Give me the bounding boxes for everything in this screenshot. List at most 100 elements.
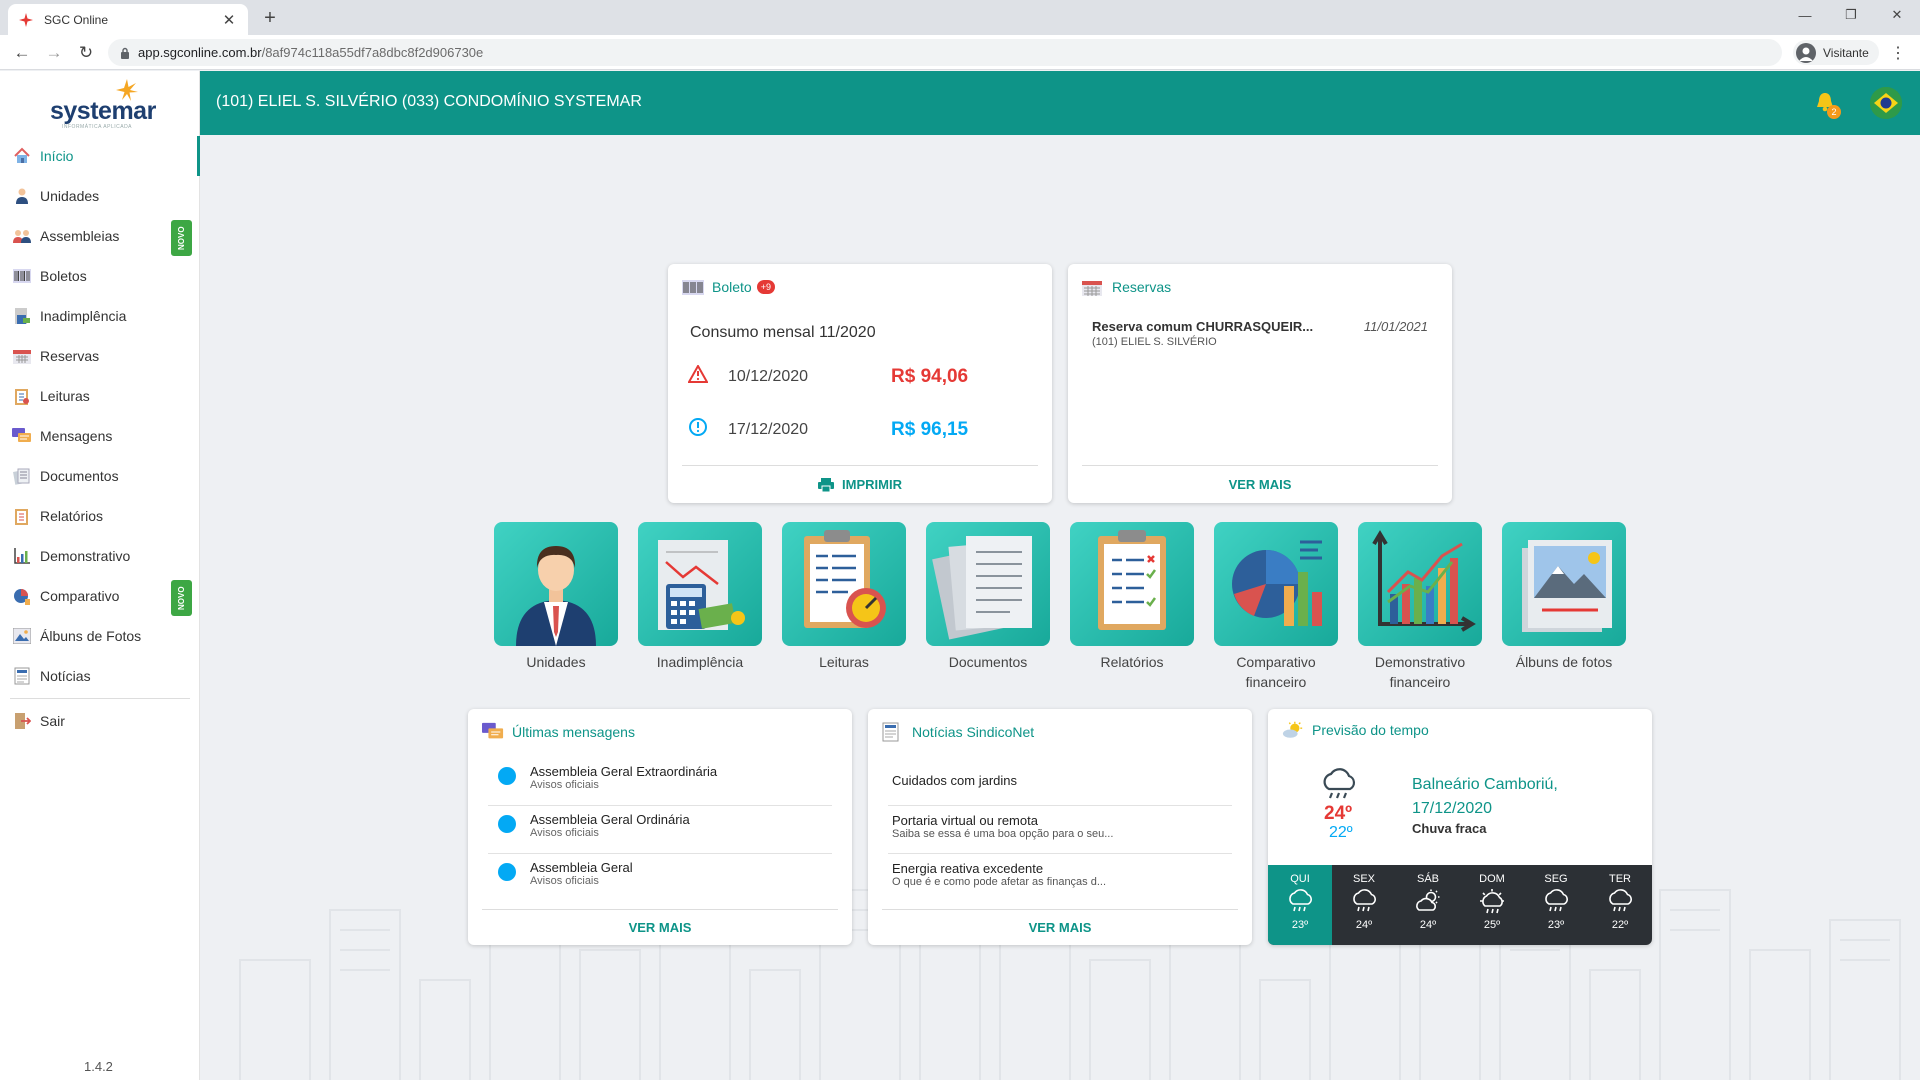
sidebar-item-relatorios[interactable]: Relatórios — [0, 496, 200, 536]
sidebar-item-inicio[interactable]: Início — [0, 136, 200, 176]
brazil-flag-icon[interactable] — [1870, 87, 1902, 119]
noticias-ver-mais-button[interactable]: VER MAIS — [868, 920, 1252, 935]
boleto-subtitle: Consumo mensal 11/2020 — [690, 324, 876, 341]
reservas-ver-mais-button[interactable]: VER MAIS — [1068, 477, 1452, 492]
logout-icon — [12, 711, 32, 731]
weather-condition: Chuva fraca — [1412, 821, 1487, 836]
list-divider — [888, 805, 1232, 806]
noticias-card: Notícias SindicoNet Cuidados com jardins… — [868, 709, 1252, 945]
photo-album-icon — [1502, 522, 1626, 646]
boleto-title: Boleto — [712, 279, 752, 295]
close-window-icon[interactable]: ✕ — [1874, 0, 1920, 30]
url-field[interactable]: app.sgconline.com.br/8af974c118a55df7a8d… — [108, 39, 1782, 66]
list-item[interactable]: Energia reativa excedente O que é e como… — [892, 861, 1232, 888]
list-item[interactable]: Portaria virtual ou remota Saiba se essa… — [892, 813, 1232, 840]
list-item[interactable]: Assembleia Geral Avisos oficiais — [498, 853, 832, 901]
reload-icon[interactable]: ↻ — [74, 41, 98, 65]
sidebar-item-documentos[interactable]: Documentos — [0, 456, 200, 496]
list-item[interactable]: Assembleia Geral Extraordinária Avisos o… — [498, 757, 832, 805]
reserva-unit: (101) ELIEL S. SILVÉRIO — [1092, 336, 1217, 348]
sidebar-item-label: Unidades — [40, 188, 100, 204]
forecast-temp: 23º — [1291, 919, 1309, 931]
sidebar-item-boletos[interactable]: Boletos — [0, 256, 200, 296]
sidebar-item-noticias[interactable]: Notícias — [0, 656, 200, 696]
news-summary: O que é e como pode afetar as finanças d… — [892, 876, 1107, 888]
tempo-title: Previsão do tempo — [1312, 722, 1429, 738]
sidebar-item-demonstrativo[interactable]: Demonstrativo — [0, 536, 200, 576]
forecast-temp: 23º — [1547, 919, 1565, 931]
tile-albuns[interactable]: Álbuns de fotos — [1502, 522, 1626, 672]
tile-demonstrativo[interactable]: Demonstrativo financeiro — [1358, 522, 1482, 692]
sidebar-item-label: Comparativo — [40, 588, 120, 604]
page-title: (101) ELIEL S. SILVÉRIO (033) CONDOMÍNIO… — [216, 93, 642, 110]
news-icon — [12, 666, 32, 686]
weather-date: 17/12/2020 — [1412, 800, 1493, 817]
message-category: Avisos oficiais — [530, 779, 599, 791]
sidebar-item-unidades[interactable]: Unidades — [0, 176, 200, 216]
tile-relatorios[interactable]: Relatórios — [1070, 522, 1194, 672]
tile-label: Relatórios — [1100, 654, 1164, 670]
close-tab-icon[interactable]: ✕ — [220, 11, 238, 29]
list-item[interactable]: Cuidados com jardins — [892, 773, 1232, 788]
mensagens-ver-mais-button[interactable]: VER MAIS — [468, 920, 852, 935]
boleto-row-overdue[interactable]: 10/12/2020 R$ 94,06 — [687, 363, 968, 388]
sidebar-item-leituras[interactable]: Leituras — [0, 376, 200, 416]
forecast-day-name: QUI — [1290, 873, 1310, 885]
sidebar-nav: Início Unidades Assembleias NOVO Boletos… — [0, 136, 200, 741]
sidebar-item-comparativo[interactable]: Comparativo NOVO — [0, 576, 200, 616]
sidebar-item-sair[interactable]: Sair — [0, 701, 200, 741]
profile-button[interactable]: Visitante — [1793, 40, 1879, 65]
sidebar-item-label: Leituras — [40, 388, 90, 404]
forecast-day: SEX 24º — [1332, 865, 1396, 945]
tile-unidades[interactable]: Unidades — [494, 522, 618, 672]
message-category: Avisos oficiais — [530, 875, 599, 887]
reservas-card: Reservas Reserva comum CHURRASQUEIR... 1… — [1068, 264, 1452, 503]
notifications-button[interactable]: 2 — [1814, 91, 1842, 119]
print-button[interactable]: IMPRIMIR — [668, 477, 1052, 492]
partly-cloudy-icon — [1282, 721, 1304, 739]
new-tab-icon[interactable]: + — [258, 6, 282, 30]
favicon-icon — [18, 12, 34, 28]
tile-comparativo[interactable]: Comparativo financeiro — [1214, 522, 1338, 692]
address-bar: ← → ↻ app.sgconline.com.br/8af974c118a55… — [0, 35, 1920, 70]
profile-label: Visitante — [1823, 45, 1869, 60]
list-item[interactable]: Assembleia Geral Ordinária Avisos oficia… — [498, 805, 832, 853]
tile-label: Leituras — [819, 654, 869, 670]
sidebar-item-assembleias[interactable]: Assembleias NOVO — [0, 216, 200, 256]
reservas-title: Reservas — [1112, 279, 1172, 295]
tile-leituras[interactable]: Leituras — [782, 522, 906, 672]
sidebar-item-mensagens[interactable]: Mensagens — [0, 416, 200, 456]
novo-badge: NOVO — [171, 220, 192, 256]
finance-icon — [12, 306, 32, 326]
message-text: Assembleia Geral Ordinária Avisos oficia… — [530, 812, 690, 839]
tile-inadimplencia[interactable]: Inadimplência — [638, 522, 762, 672]
card-divider — [882, 909, 1238, 910]
minimize-icon[interactable]: — — [1782, 0, 1828, 30]
weather-city: Balneário Camboriú, — [1412, 776, 1558, 793]
systemar-logo[interactable]: systemar INFORMÁTICA APLICADA — [50, 79, 160, 130]
message-text: Assembleia Geral Extraordinária Avisos o… — [530, 764, 717, 791]
browser-menu-icon[interactable]: ⋮ — [1890, 43, 1906, 63]
chat-icon — [12, 426, 32, 446]
sidebar-item-albuns[interactable]: Álbuns de Fotos — [0, 616, 200, 656]
forward-icon[interactable]: → — [42, 41, 66, 65]
report-icon — [12, 506, 32, 526]
tile-documentos[interactable]: Documentos — [926, 522, 1050, 672]
boleto-amount: R$ 96,15 — [891, 418, 969, 440]
reserva-title[interactable]: Reserva comum CHURRASQUEIR... — [1092, 319, 1313, 334]
message-title: Assembleia Geral Ordinária — [530, 812, 690, 827]
sidebar-item-inadimplencia[interactable]: Inadimplência — [0, 296, 200, 336]
back-icon[interactable]: ← — [10, 41, 34, 65]
boleto-due-date: 17/12/2020 — [728, 420, 809, 438]
sidebar-divider — [10, 698, 190, 699]
restore-icon[interactable]: ❐ — [1828, 0, 1874, 30]
unread-dot — [498, 767, 516, 785]
boleto-row-pending[interactable]: 17/12/2020 R$ 96,15 — [688, 417, 968, 442]
sidebar-item-label: Assembleias — [40, 228, 120, 244]
rain-icon — [1319, 767, 1359, 808]
browser-tab[interactable]: SGC Online ✕ — [8, 4, 248, 35]
barcode-icon — [682, 278, 704, 296]
rain-icon — [1353, 889, 1376, 912]
noticias-card-header: Notícias SindicoNet — [882, 722, 1034, 742]
sidebar-item-reservas[interactable]: Reservas — [0, 336, 200, 376]
